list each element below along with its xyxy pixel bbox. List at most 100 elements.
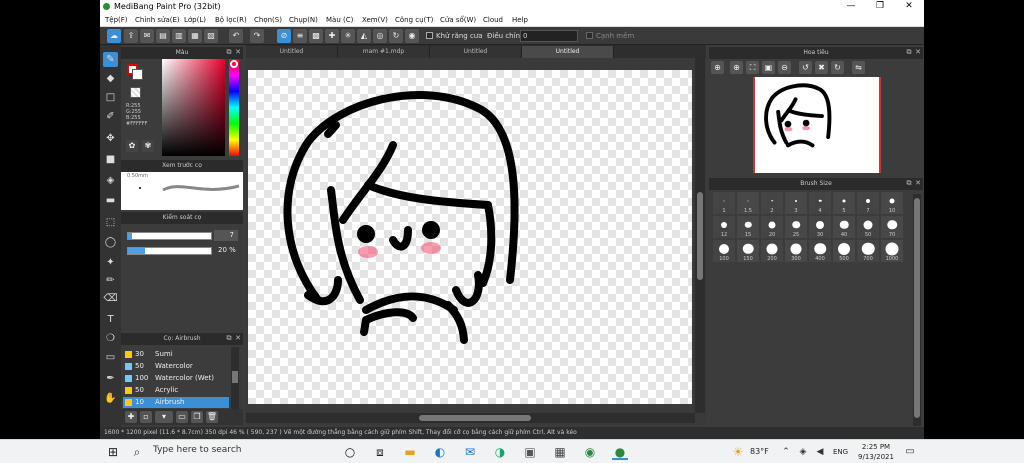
tab-untitled-1[interactable]: Untitled — [246, 46, 338, 58]
select-tool-icon[interactable]: ⬚ — [103, 215, 118, 230]
menu-color[interactable]: Màu (C) — [326, 13, 353, 27]
brush-size-cell[interactable]: 5 — [833, 192, 855, 214]
canvas-horizontal-scrollbar[interactable] — [246, 413, 695, 423]
brush-size-cell[interactable]: 1.5 — [737, 192, 759, 214]
edge-browser-icon[interactable]: ◑ — [492, 444, 508, 460]
brush-item-acrylic[interactable]: 50 Acrylic — [123, 385, 229, 396]
task-view-icon[interactable]: ⧈ — [372, 444, 388, 460]
brush-menu-icon[interactable]: ▾ — [155, 411, 173, 423]
brush-size-value[interactable]: 7 — [214, 230, 238, 241]
menu-view[interactable]: Xem(V) — [362, 13, 388, 27]
brush-size-cell[interactable]: 7 — [857, 192, 879, 214]
undock-icon[interactable]: ⧉ — [905, 179, 913, 188]
antialias-checkbox[interactable] — [426, 32, 433, 39]
transparent-swatch[interactable] — [130, 87, 141, 98]
actual-size-icon[interactable]: ▣ — [762, 61, 775, 74]
app-icon[interactable]: ▦ — [552, 444, 568, 460]
select-eraser-icon[interactable]: ⌫ — [103, 291, 118, 306]
zoom-in-alt-icon[interactable]: ⊕ — [730, 61, 743, 74]
frame-tool-icon[interactable]: ▭ — [103, 350, 118, 365]
comment-icon[interactable]: ✉ — [140, 29, 154, 43]
brush-size-cell[interactable]: 4 — [809, 192, 831, 214]
tab-untitled-2[interactable]: Untitled — [430, 46, 522, 58]
bucket-tool-icon[interactable]: ◈ — [103, 173, 118, 188]
panel-close-icon[interactable]: ✕ — [234, 48, 242, 57]
brush-size-slider[interactable] — [127, 232, 212, 240]
brush-size-cell[interactable]: 70 — [881, 216, 903, 238]
tab-mam-1[interactable]: mam #1.mdp — [338, 46, 430, 58]
brush-item-watercolor-wet[interactable]: 100 Watercolor (Wet) — [123, 373, 229, 384]
panel-close-icon[interactable]: ✕ — [234, 334, 242, 343]
soft-edge-checkbox[interactable] — [586, 32, 593, 39]
store-icon[interactable]: ▣ — [522, 444, 538, 460]
undock-icon[interactable]: ⧉ — [225, 48, 233, 57]
medibang-taskbar-icon[interactable]: ● — [612, 444, 628, 460]
snap-curve-icon[interactable]: ↻ — [389, 29, 403, 43]
panel-icon[interactable]: ▧ — [204, 29, 218, 43]
zoom-in-icon[interactable]: ⊕ — [711, 61, 724, 74]
brush-folder-icon[interactable]: ▭ — [176, 411, 188, 423]
undock-icon[interactable]: ⧉ — [225, 334, 233, 343]
brush-size-cell[interactable]: 1000 — [881, 240, 903, 262]
lasso-tool-icon[interactable]: ◯ — [103, 235, 118, 250]
reset-rotation-icon[interactable]: ✖ — [815, 61, 828, 74]
navigator-thumbnail[interactable] — [753, 77, 881, 173]
flip-icon[interactable]: ⇋ — [852, 61, 865, 74]
brush-item-airbrush[interactable]: 10 Airbrush — [123, 397, 229, 408]
file-explorer-icon[interactable]: ▬ — [402, 444, 418, 460]
canvas-vertical-scrollbar[interactable] — [695, 58, 705, 413]
brush-copy-icon[interactable]: ❐ — [191, 411, 203, 423]
hand-tool-icon[interactable]: ✋ — [103, 391, 118, 406]
menu-cloud[interactable]: Cloud — [483, 13, 503, 27]
hue-handle[interactable] — [230, 60, 238, 68]
color-history-icon[interactable]: ✾ — [142, 140, 154, 152]
menu-snap[interactable]: Chụp(N) — [289, 13, 318, 27]
tab-untitled-3[interactable]: Untitled — [522, 46, 614, 58]
eyedropper-icon[interactable]: ✒ — [103, 371, 118, 386]
snap-radial-icon[interactable]: ✳ — [341, 29, 355, 43]
drawing-canvas[interactable] — [248, 70, 692, 404]
brush-size-cell[interactable]: 25 — [785, 216, 807, 238]
snap-perspective-icon[interactable]: ◭ — [357, 29, 371, 43]
brush-delete-icon[interactable]: 🗑 — [206, 411, 218, 423]
brush-size-cell[interactable]: 50 — [857, 216, 879, 238]
weather-icon[interactable]: ☀ — [730, 444, 746, 460]
network-icon[interactable]: ◈ — [795, 444, 811, 460]
menu-file[interactable]: Tệp(F) — [105, 13, 128, 27]
snap-off-icon[interactable]: ⊘ — [277, 29, 291, 43]
share-icon[interactable]: ⇪ — [124, 29, 138, 43]
brush-size-cell[interactable]: 400 — [809, 240, 831, 262]
eraser-tool-icon[interactable]: ◆ — [103, 71, 118, 86]
new-brush-icon[interactable]: ▫ — [140, 411, 152, 423]
vertical-scroll-thumb[interactable] — [697, 192, 703, 280]
background-color-swatch[interactable] — [132, 69, 143, 80]
brush-size-cell[interactable]: 30 — [809, 216, 831, 238]
undock-icon[interactable]: ⧉ — [905, 48, 913, 57]
cloud-icon[interactable]: ☁ — [107, 29, 121, 43]
undo-icon[interactable]: ↶ — [229, 29, 243, 43]
edge-icon[interactable]: ◐ — [432, 444, 448, 460]
brush-size-cell[interactable]: 10 — [881, 192, 903, 214]
zoom-out-icon[interactable]: ⊖ — [778, 61, 791, 74]
brush-size-cell[interactable]: 3 — [785, 192, 807, 214]
brush-size-cell[interactable]: 300 — [785, 240, 807, 262]
brush-size-cell[interactable]: 500 — [833, 240, 855, 262]
saturation-value-picker[interactable] — [162, 59, 225, 156]
snap-grid-icon[interactable]: ▩ — [309, 29, 323, 43]
select-pen-icon[interactable]: ✐ — [103, 109, 118, 124]
brush-size-cell[interactable]: 40 — [833, 216, 855, 238]
weather-temp[interactable]: 83°F — [750, 447, 769, 456]
windows-start-icon[interactable]: ⊞ — [105, 444, 121, 460]
brush-size-cell[interactable]: 15 — [737, 216, 759, 238]
horizontal-scroll-thumb[interactable] — [419, 415, 531, 421]
panel-close-icon[interactable]: ✕ — [914, 179, 922, 188]
snap-parallel-icon[interactable]: ≡ — [293, 29, 307, 43]
redo-icon[interactable]: ↷ — [250, 29, 264, 43]
brush-item-sumi[interactable]: 30 Sumi — [123, 349, 229, 360]
menu-filter[interactable]: Bộ lọc(R) — [215, 13, 247, 27]
hue-slider[interactable] — [229, 59, 239, 156]
maximize-button[interactable]: ❐ — [867, 0, 893, 13]
rotate-left-icon[interactable]: ↺ — [799, 61, 812, 74]
snap-cross-icon[interactable]: ✚ — [325, 29, 339, 43]
brush-size-cell[interactable]: 12 — [713, 216, 735, 238]
